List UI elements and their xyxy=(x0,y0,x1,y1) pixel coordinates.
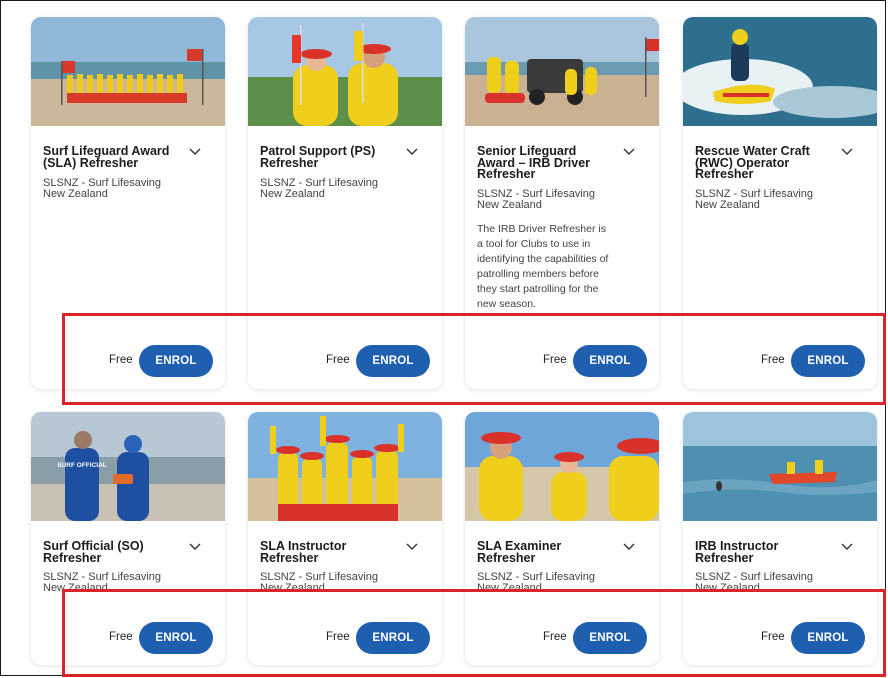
course-title[interactable]: SLA Examiner Refresher xyxy=(477,540,617,564)
course-image-rescue-water-craft xyxy=(683,17,877,126)
course-image-surf-official: SURF OFFICIAL xyxy=(31,412,225,521)
course-provider: SLSNZ - Surf Lifesaving New Zealand xyxy=(260,177,378,200)
chevron-down-icon[interactable] xyxy=(841,148,853,156)
course-description: The IRB Driver Refresher is a tool for C… xyxy=(477,223,609,310)
course-provider: SLSNZ - Surf Lifesaving New Zealand xyxy=(695,188,813,211)
course-title[interactable]: Rescue Water Craft (RWC) Operator Refres… xyxy=(695,145,835,181)
highlight-box-row-1 xyxy=(62,313,886,405)
highlight-box-row-2 xyxy=(62,589,886,677)
surf-official-text: SURF OFFICIAL xyxy=(57,462,106,469)
course-image-sla-instructor xyxy=(248,412,442,521)
chevron-down-icon[interactable] xyxy=(623,148,635,156)
chevron-down-icon[interactable] xyxy=(189,148,201,156)
course-title[interactable]: Surf Official (SO) Refresher xyxy=(43,540,183,564)
course-image-irb-driver xyxy=(465,17,659,126)
course-provider: SLSNZ - Surf Lifesaving New Zealand xyxy=(477,188,595,211)
course-title[interactable]: Senior Lifeguard Award – IRB Driver Refr… xyxy=(477,145,617,181)
chevron-down-icon[interactable] xyxy=(841,543,853,551)
course-provider: SLSNZ - Surf Lifesaving New Zealand xyxy=(43,177,161,200)
course-image-patrol-support xyxy=(248,17,442,126)
course-image-lifeguard-team xyxy=(31,17,225,126)
chevron-down-icon[interactable] xyxy=(406,148,418,156)
chevron-down-icon[interactable] xyxy=(406,543,418,551)
chevron-down-icon[interactable] xyxy=(623,543,635,551)
course-image-sla-examiner xyxy=(465,412,659,521)
course-title[interactable]: IRB Instructor Refresher xyxy=(695,540,835,564)
course-image-irb-instructor xyxy=(683,412,877,521)
course-title[interactable]: Surf Lifeguard Award (SLA) Refresher xyxy=(43,145,183,169)
course-title[interactable]: Patrol Support (PS) Refresher xyxy=(260,145,400,169)
course-title[interactable]: SLA Instructor Refresher xyxy=(260,540,400,564)
chevron-down-icon[interactable] xyxy=(189,543,201,551)
